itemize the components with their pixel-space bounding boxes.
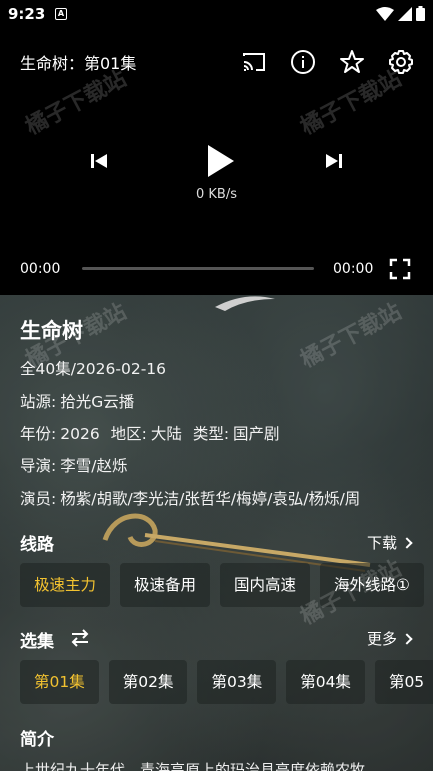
year-label: 年份: [20,425,57,443]
episode-chip[interactable]: 第01集 [20,660,99,704]
show-title: 生命树 [20,319,83,343]
chevron-right-icon [401,632,413,645]
line-chip[interactable]: 极速主力 [20,563,111,607]
year-region-genre-row: 年份: 2026 地区: 大陆 类型: 国产剧 [20,422,280,444]
intro-text: 上世纪九十年代，青海高原上的玛治县亮度依赖农牧 [20,761,366,771]
line-chip[interactable]: 海外线路① [320,563,424,607]
download-button[interactable]: 下载 [366,532,413,553]
gear-icon[interactable] [387,48,415,76]
video-player[interactable]: 生命树：第01集 0 KB/s 00:00 00:00 [0,30,433,295]
line-chip[interactable]: 极速备用 [120,563,211,607]
cast-label: 演员: [20,490,57,508]
cast-icon[interactable] [240,48,268,76]
status-time: 9:23 [8,5,46,23]
episode-chip[interactable]: 第05 [374,660,433,704]
episode-chip[interactable]: 第04集 [286,660,365,704]
swap-icon[interactable] [70,629,90,647]
episodes-title: 选集 [20,632,54,652]
download-label: 下载 [366,534,397,552]
intro-title: 简介 [20,730,54,750]
source-row: 站源: 拾光G云播 [20,390,134,412]
info-icon[interactable] [289,48,317,76]
play-icon[interactable] [203,142,237,180]
episode-chip[interactable]: 第02集 [108,660,188,704]
lines-title: 线路 [20,535,54,555]
episode-date: 全40集/2026-02-16 [20,360,167,378]
detail-panel: 生命树 全40集/2026-02-16 站源: 拾光G云播 年份: 2026 地区:… [0,295,433,771]
genre-value: 国产剧 [233,425,280,443]
prev-icon[interactable] [88,150,110,172]
director-label: 导演: [20,457,57,475]
next-icon[interactable] [323,150,345,172]
total-time: 00:00 [333,261,374,277]
star-icon[interactable] [338,48,366,76]
signal-icon [398,6,412,21]
player-title: 生命树：第01集 [20,54,137,73]
year-value: 2026 [60,425,100,443]
director-row: 导演: 李雪/赵烁 [20,454,127,476]
current-time: 00:00 [20,261,61,277]
region-value: 大陆 [150,425,182,443]
battery-icon [416,6,425,21]
episode-chip[interactable]: 第03集 [197,660,277,704]
more-button[interactable]: 更多 [366,628,413,649]
cast-row: 演员: 杨紫/胡歌/李光洁/张哲华/梅婷/袁弘/杨烁/周 [20,487,430,509]
fullscreen-icon[interactable] [389,258,411,280]
chevron-right-icon [401,536,413,549]
lines-list: 极速主力 极速备用 国内高速 海外线路① [20,563,424,607]
status-bar: 9:23 A [0,0,433,30]
player-top-actions [240,48,415,76]
cast-value: 杨紫/胡歌/李光洁/张哲华/梅婷/袁弘/杨烁/周 [60,490,361,508]
director-value: 李雪/赵烁 [60,457,128,475]
wifi-icon [376,6,394,21]
download-speed: 0 KB/s [196,187,237,202]
app-notification-icon: A [55,8,67,20]
episodes-list: 第01集 第02集 第03集 第04集 第05 [20,660,433,704]
genre-label: 类型: [192,425,230,443]
source-label: 站源: [20,393,57,411]
source-value: 拾光G云播 [60,393,135,411]
line-chip[interactable]: 国内高速 [220,563,311,607]
more-label: 更多 [366,630,397,648]
status-indicators [376,6,425,21]
region-label: 地区: [110,425,147,443]
progress-bar[interactable] [82,267,314,270]
